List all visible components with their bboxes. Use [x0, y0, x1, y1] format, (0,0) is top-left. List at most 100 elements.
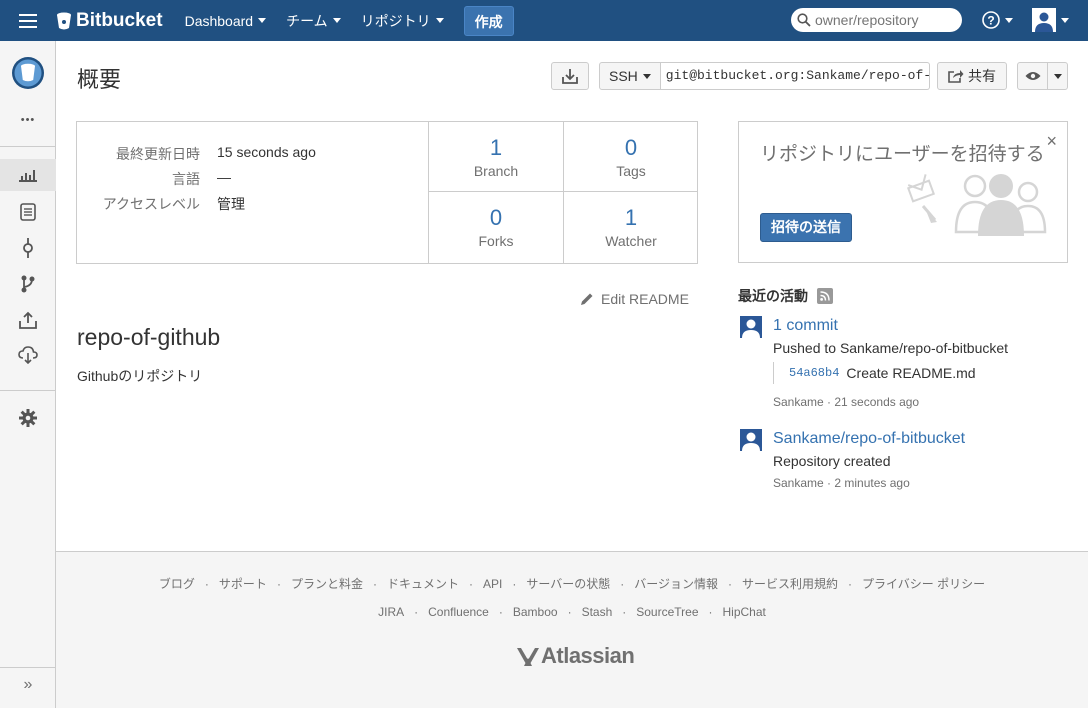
user-avatar-icon	[739, 315, 763, 339]
sidebar-item-settings[interactable]	[0, 402, 56, 434]
bitbucket-logo[interactable]: Bitbucket	[56, 10, 163, 32]
nav-repositories-label: リポジトリ	[360, 12, 431, 29]
expand-sidebar-icon[interactable]: »	[0, 676, 56, 694]
user-menu[interactable]	[1032, 8, 1069, 32]
footer-link[interactable]: プランと料金	[291, 577, 363, 591]
repo-stats-panel: 最終更新日時 15 seconds ago 言語 — アクセスレベル 管理 1 …	[76, 121, 698, 264]
nav-dashboard[interactable]: Dashboard	[185, 13, 267, 29]
footer-link[interactable]: HipChat	[723, 605, 766, 619]
send-invite-button[interactable]: 招待の送信	[760, 213, 852, 242]
download-button[interactable]	[551, 62, 589, 90]
watch-dropdown[interactable]	[1048, 63, 1067, 89]
sidebar-item-overview[interactable]	[0, 159, 56, 191]
footer-link[interactable]: ドキュメント	[387, 577, 459, 591]
footer-link[interactable]: Stash	[582, 605, 613, 619]
page-title: 概要	[77, 67, 122, 92]
footer-link[interactable]: ブログ	[159, 577, 195, 591]
avatar[interactable]	[739, 428, 763, 452]
activity-meta: Sankame · 21 seconds ago	[773, 395, 920, 409]
gear-icon	[19, 409, 37, 427]
footer-link[interactable]: サーバーの状態	[526, 577, 610, 591]
stat-forks[interactable]: 0 Forks	[428, 192, 563, 263]
footer-link[interactable]: SourceTree	[636, 605, 698, 619]
share-label: 共有	[968, 68, 996, 84]
recent-activity-title: 最近の活動	[738, 288, 808, 304]
watch-toggle[interactable]	[1018, 63, 1048, 89]
avatar[interactable]	[739, 315, 763, 339]
commit-message: Create README.md	[846, 365, 976, 381]
stat-label: Branch	[473, 163, 519, 179]
sidebar: •••	[0, 41, 56, 708]
stat-branch[interactable]: 1 Branch	[428, 122, 563, 192]
commit-hash-link[interactable]: 54a68b4	[789, 366, 839, 380]
sidebar-divider	[0, 667, 56, 668]
meta-value: 15 seconds ago	[217, 144, 316, 160]
nav-repositories[interactable]: リポジトリ	[361, 11, 444, 31]
footer-link[interactable]: Confluence	[428, 605, 489, 619]
sidebar-item-branches[interactable]	[0, 268, 56, 300]
clone-group: SSH git@bitbucket.org:Sankame/repo-of-bi…	[599, 62, 930, 90]
meta-value: 管理	[217, 196, 245, 212]
activity-commit-link[interactable]: 1 commit	[773, 317, 838, 335]
download-icon	[562, 69, 578, 84]
clone-url-field[interactable]: git@bitbucket.org:Sankame/repo-of-bitbuc…	[660, 62, 930, 90]
repo-avatar[interactable]	[0, 55, 56, 91]
stat-label: Watcher	[605, 233, 657, 249]
menu-icon[interactable]	[0, 0, 56, 41]
repo-meta: 最終更新日時 15 seconds ago 言語 — アクセスレベル 管理	[77, 122, 428, 263]
footer-link[interactable]: JIRA	[378, 605, 404, 619]
activity-commit-entry: 54a68b4 Create README.md	[773, 362, 976, 384]
footer-link[interactable]: Bamboo	[513, 605, 558, 619]
meta-value: —	[217, 169, 231, 185]
footer-separator: ·	[622, 605, 627, 619]
search-box	[791, 8, 962, 32]
share-button[interactable]: 共有	[937, 62, 1007, 90]
sidebar-item-cloud[interactable]	[0, 339, 56, 371]
readme-text: Githubのリポジトリ	[77, 368, 203, 384]
create-button[interactable]: 作成	[463, 5, 514, 36]
stat-tags[interactable]: 0 Tags	[563, 122, 698, 192]
invite-panel: リポジトリにユーザーを招待する × 招待の送信	[738, 121, 1068, 263]
footer-link[interactable]: プライバシー ポリシー	[862, 577, 985, 591]
stat-number: 1	[489, 135, 503, 160]
watch-button[interactable]	[1017, 62, 1068, 90]
meta-key: アクセスレベル	[102, 196, 200, 212]
nav-team[interactable]: チーム	[286, 11, 341, 31]
more-icon[interactable]: •••	[0, 104, 56, 136]
pencil-icon	[581, 293, 593, 305]
cloud-download-icon	[18, 346, 38, 364]
footer-link[interactable]: サービス利用規約	[742, 577, 838, 591]
chevron-down-icon	[1005, 17, 1013, 23]
atlassian-logo[interactable]: Atlassian	[515, 643, 635, 669]
nav-team-label: チーム	[286, 12, 328, 29]
close-icon[interactable]: ×	[1046, 131, 1057, 152]
user-avatar-icon	[739, 428, 763, 452]
sidebar-item-upload[interactable]	[0, 304, 56, 336]
chevron-down-icon	[642, 73, 651, 79]
meta-key: 最終更新日時	[116, 146, 200, 162]
atlassian-label: Atlassian	[541, 643, 635, 668]
sidebar-item-commits[interactable]	[0, 232, 56, 264]
search-input[interactable]	[815, 12, 955, 28]
stat-watcher[interactable]: 1 Watcher	[563, 192, 698, 263]
footer-separator: ·	[727, 577, 732, 591]
footer-separator: ·	[498, 605, 503, 619]
chevron-down-icon	[258, 18, 267, 23]
footer-link[interactable]: API	[483, 577, 502, 591]
activity-meta: Sankame · 2 minutes ago	[773, 476, 910, 490]
commit-icon	[23, 238, 33, 258]
sidebar-divider	[0, 390, 56, 391]
footer-link[interactable]: バージョン情報	[634, 577, 718, 591]
edit-readme-label: Edit README	[601, 291, 689, 307]
avatar-icon	[1032, 8, 1056, 32]
footer-link[interactable]: サポート	[219, 577, 267, 591]
edit-readme-link[interactable]: Edit README	[580, 291, 689, 307]
sidebar-item-source[interactable]	[0, 196, 56, 228]
activity-repo-link[interactable]: Sankame/repo-of-bitbucket	[773, 430, 965, 448]
document-icon	[20, 203, 36, 221]
nav-dashboard-label: Dashboard	[184, 12, 254, 29]
help-icon: ?	[982, 11, 1000, 29]
clone-protocol-select[interactable]: SSH	[599, 62, 661, 90]
help-menu[interactable]: ?	[982, 11, 1013, 29]
rss-icon[interactable]	[817, 288, 833, 304]
